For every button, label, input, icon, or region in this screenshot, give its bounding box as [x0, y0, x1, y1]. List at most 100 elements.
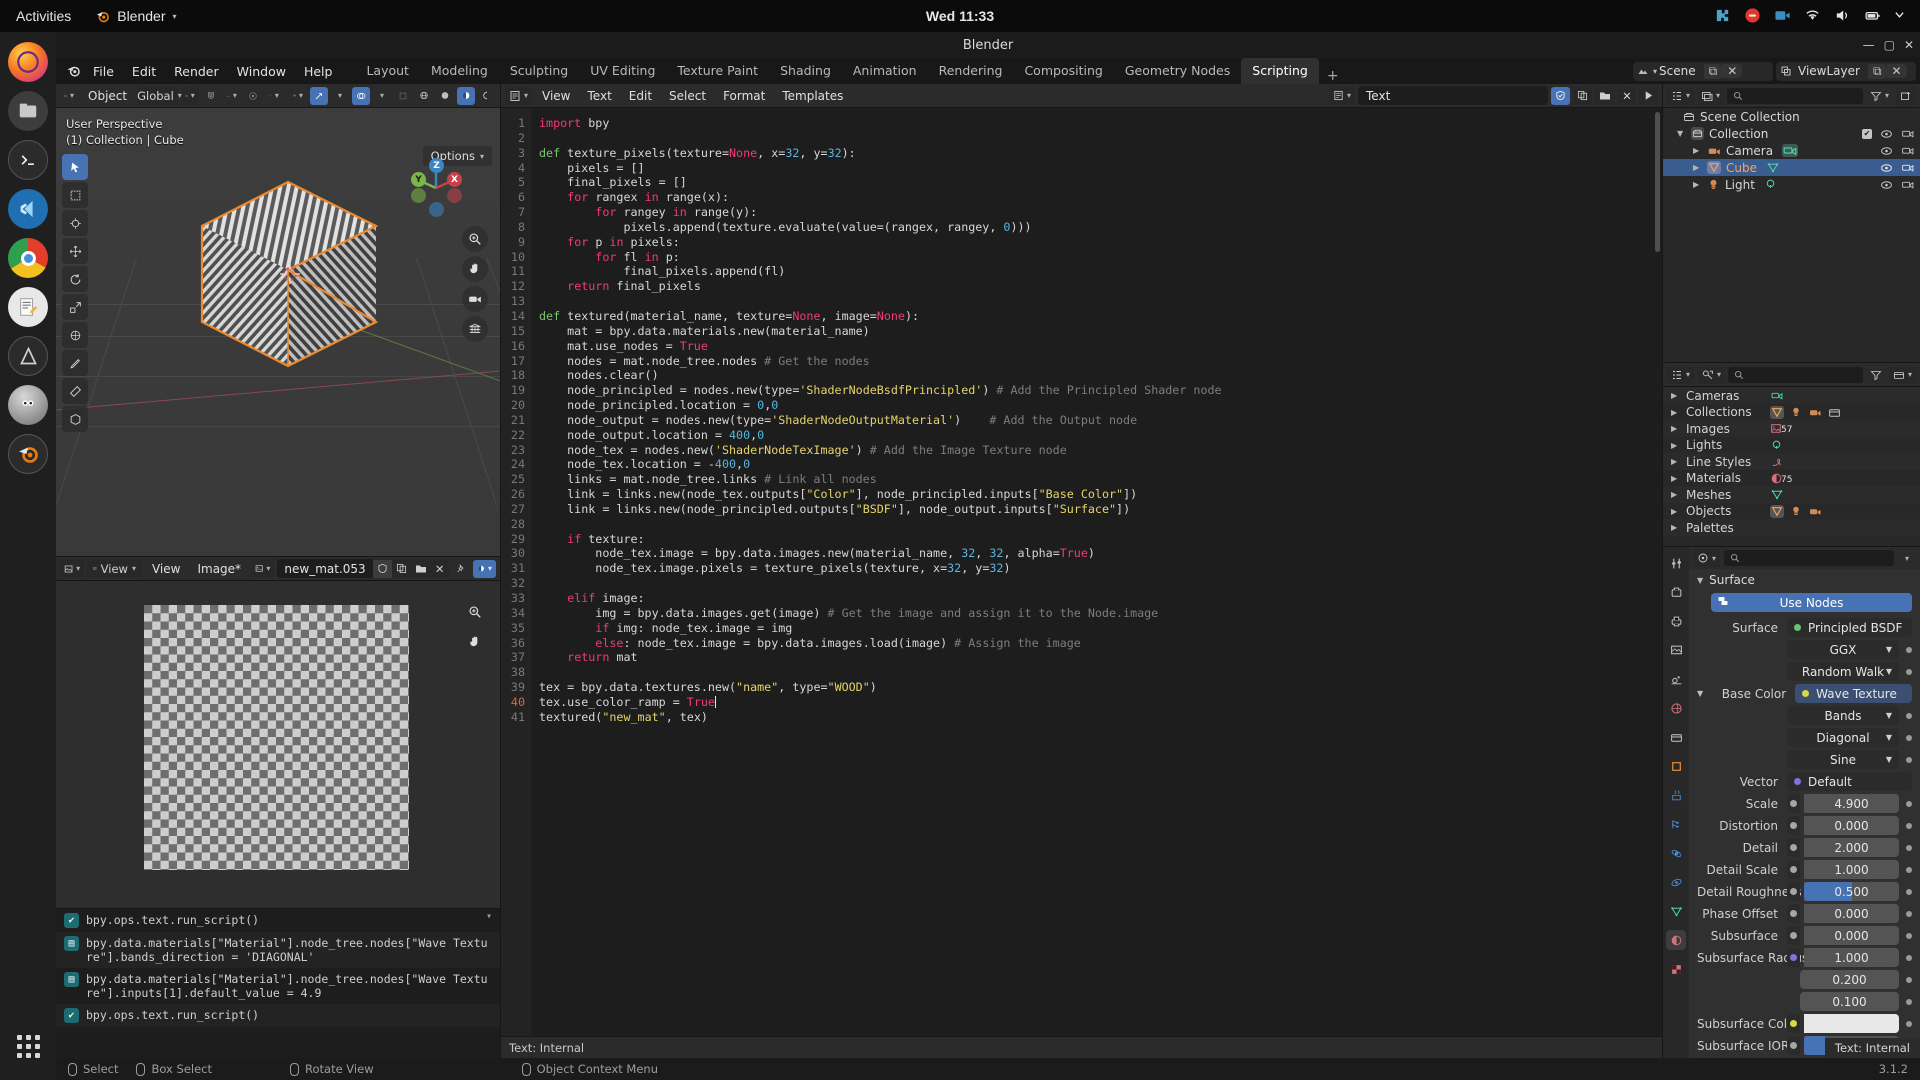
blenddata-filter-icon[interactable] — [1866, 366, 1886, 384]
camera-icon[interactable] — [1901, 145, 1914, 156]
code-line[interactable]: final_pixels.append(fl) — [539, 264, 1662, 279]
text-menu-templates[interactable]: Templates — [775, 87, 850, 105]
expand-arrow-icon[interactable]: ▶ — [1671, 408, 1680, 417]
outliner-row-collection[interactable]: ▼ Collection ✔ — [1663, 125, 1920, 142]
open-icon[interactable] — [1595, 86, 1615, 105]
clock[interactable]: Wed 11:33 — [926, 8, 994, 24]
mesh-data-icon[interactable] — [1766, 161, 1780, 174]
blend-file-tree[interactable]: ▶ Cameras ▶ Collections ▶ Images 57 ▶ Li… — [1663, 387, 1920, 546]
open-icon[interactable] — [410, 559, 431, 578]
menu-window[interactable]: Window — [228, 61, 295, 82]
pin-icon[interactable] — [452, 560, 470, 578]
animate-property-dot[interactable] — [1906, 646, 1912, 653]
cursor-tool-icon[interactable] — [62, 210, 88, 236]
editor-type-icon[interactable]: ▾ — [60, 87, 78, 105]
add-cube-tool-icon[interactable] — [62, 406, 88, 432]
eye-icon[interactable] — [1880, 129, 1893, 139]
visibility-icon[interactable]: ▾ — [289, 87, 307, 105]
expand-arrow-icon[interactable]: ▶ — [1671, 474, 1680, 483]
code-line[interactable]: node_output.location = 400,0 — [539, 428, 1662, 443]
gizmo-axis-neg-z[interactable] — [429, 202, 444, 217]
text-menu-view[interactable]: View — [535, 87, 577, 105]
light-data-icon[interactable] — [1764, 178, 1777, 191]
blenddata-row-cameras[interactable]: ▶ Cameras — [1663, 387, 1920, 404]
animate-property-dot[interactable] — [1906, 910, 1912, 917]
3d-viewport[interactable]: User Perspective (1) Collection | Cube O… — [56, 108, 500, 556]
code-line[interactable] — [539, 517, 1662, 532]
animate-property-dot[interactable] — [1906, 822, 1912, 829]
properties-tab-viewlayer[interactable] — [1666, 640, 1686, 660]
menu-file[interactable]: File — [84, 61, 123, 82]
properties-options-icon[interactable]: ▾ — [1898, 549, 1916, 567]
display-channels-icon[interactable]: ▾ — [472, 559, 496, 578]
code-line[interactable]: node_tex.image = bpy.data.images.new(mat… — [539, 546, 1662, 561]
expand-arrow-icon[interactable]: ▶ — [1671, 507, 1680, 516]
add-workspace-button[interactable]: + — [1319, 68, 1347, 84]
code-line[interactable]: nodes.clear() — [539, 368, 1662, 383]
outliner-row-scene-collection[interactable]: Scene Collection — [1663, 108, 1920, 125]
new-scene-button[interactable]: ⧉ — [1703, 63, 1723, 79]
blenddata-collection-icon[interactable]: ▾ — [1888, 365, 1916, 384]
workspace-tab-rendering[interactable]: Rendering — [928, 58, 1014, 84]
workspace-tab-modeling[interactable]: Modeling — [420, 58, 499, 84]
code-scrollbar[interactable] — [1655, 112, 1660, 252]
falloff-icon[interactable]: ▾ — [265, 87, 283, 105]
code-line[interactable]: node_tex.location = -400,0 — [539, 457, 1662, 472]
animate-property-dot[interactable] — [1906, 954, 1912, 961]
code-line[interactable]: import bpy — [539, 116, 1662, 131]
properties-tab-tool[interactable] — [1666, 553, 1686, 573]
scale-tool-icon[interactable] — [62, 294, 88, 320]
property-socket[interactable] — [1787, 860, 1800, 879]
camera-icon[interactable] — [1901, 128, 1914, 139]
checkbox-icon[interactable]: ✔ — [1862, 128, 1872, 139]
property-value[interactable]: 0.000 — [1804, 926, 1899, 945]
properties-tab-world[interactable] — [1666, 698, 1686, 718]
properties-tab-data[interactable] — [1666, 901, 1686, 921]
code-line[interactable]: if texture: — [539, 532, 1662, 547]
code-line[interactable]: if img: node_tex.image = img — [539, 621, 1662, 636]
property-value[interactable]: 0.000 — [1804, 816, 1899, 835]
camera-icon[interactable] — [1774, 7, 1792, 25]
minimize-button[interactable]: — — [1863, 38, 1875, 52]
close-button[interactable]: ✕ — [1904, 38, 1914, 52]
menu-help[interactable]: Help — [295, 61, 342, 82]
rotate-tool-icon[interactable] — [62, 266, 88, 292]
properties-editor-type-icon[interactable]: ▾ — [1693, 549, 1721, 567]
image-menu-image[interactable]: Image* — [190, 560, 248, 578]
color-swatch[interactable] — [1804, 1014, 1899, 1033]
outliner-display-mode-icon[interactable]: ▾ — [1667, 86, 1695, 105]
gizmo-axis-neg-x[interactable] — [447, 188, 462, 203]
property-node-link[interactable]: Default — [1787, 772, 1912, 791]
code-line[interactable]: for fl in p: — [539, 250, 1662, 265]
expand-arrow-icon[interactable]: ▶ — [1671, 391, 1680, 400]
outliner-row-camera[interactable]: ▶ Camera — [1663, 142, 1920, 159]
code-line[interactable]: tex.use_color_ramp = True — [539, 695, 1662, 710]
snap-increment-icon[interactable]: ▾ — [223, 87, 241, 105]
menu-edit[interactable]: Edit — [123, 61, 165, 82]
overlays-dropdown-icon[interactable]: ▾ — [373, 87, 391, 105]
dock-text-editor-icon[interactable] — [8, 287, 48, 327]
menu-render[interactable]: Render — [165, 61, 228, 82]
image-editor-mode-selector[interactable]: View ▾ — [87, 559, 142, 578]
property-node-link[interactable]: Wave Texture — [1795, 684, 1912, 703]
animate-property-dot[interactable] — [1906, 756, 1912, 763]
properties-tab-scene[interactable] — [1666, 669, 1686, 689]
code-line[interactable]: textured("new_mat", tex) — [539, 710, 1662, 725]
expand-arrow-icon[interactable]: ▶ — [1693, 180, 1702, 189]
animate-property-dot[interactable] — [1906, 800, 1912, 807]
animate-property-dot[interactable] — [1906, 932, 1912, 939]
code-line[interactable] — [539, 576, 1662, 591]
expand-arrow-icon[interactable]: ▶ — [1671, 490, 1680, 499]
blenddata-row-collections[interactable]: ▶ Collections — [1663, 404, 1920, 421]
properties-tab-collection[interactable] — [1666, 727, 1686, 747]
blenddata-search-input[interactable] — [1728, 366, 1863, 383]
blenddata-row-objects[interactable]: ▶ Objects — [1663, 503, 1920, 520]
image-nav-buttons[interactable] — [462, 599, 488, 655]
text-datablock-name[interactable]: Text — [1358, 86, 1548, 105]
eye-icon[interactable] — [1880, 146, 1893, 156]
system-tray[interactable] — [1714, 7, 1912, 25]
info-row[interactable]: ▤ bpy.data.materials["Material"].node_tr… — [56, 932, 500, 968]
blenddata-row-palettes[interactable]: ▶ Palettes — [1663, 519, 1920, 536]
code-line[interactable]: img = bpy.data.images.get(image) # Get t… — [539, 606, 1662, 621]
viewlayer-selector[interactable]: ViewLayer ⧉ ✕ — [1776, 61, 1916, 81]
